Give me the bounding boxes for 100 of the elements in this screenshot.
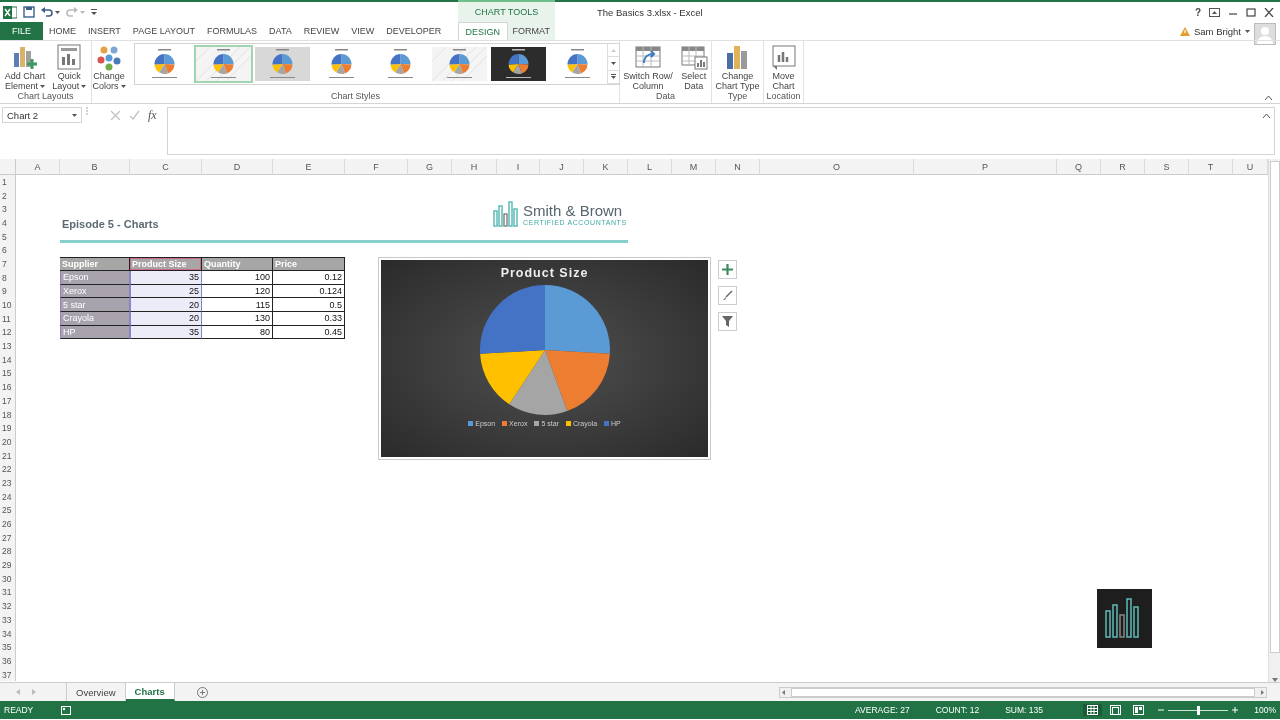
customize-button[interactable] xyxy=(91,9,97,15)
row-header[interactable]: 32 xyxy=(0,599,16,613)
maximize-icon[interactable] xyxy=(1246,7,1256,17)
chart-style-thumbnail[interactable] xyxy=(252,45,312,83)
chart-style-thumbnail[interactable] xyxy=(488,45,548,83)
collapse-icon[interactable] xyxy=(1263,114,1270,118)
column-header[interactable]: K xyxy=(584,159,628,175)
ribbon-tab[interactable]: FILE xyxy=(0,22,43,40)
quick-layout-button[interactable]: Quick Layout xyxy=(51,43,88,91)
column-header[interactable]: D xyxy=(202,159,273,175)
zoom-in-icon[interactable] xyxy=(1232,707,1238,713)
row-header[interactable]: 36 xyxy=(0,654,16,668)
table-cell: 0.33 xyxy=(273,311,345,326)
zoom-level[interactable]: 100% xyxy=(1250,705,1276,715)
column-header[interactable]: P xyxy=(914,159,1057,175)
view-button[interactable] xyxy=(1083,704,1102,716)
row-header[interactable]: 16 xyxy=(0,380,16,394)
column-header[interactable]: F xyxy=(345,159,408,175)
group-label: Type xyxy=(726,91,749,103)
sheet-tab[interactable]: Charts xyxy=(125,683,175,701)
check-icon xyxy=(129,109,140,121)
ribbon-tab[interactable]: INSERT xyxy=(82,22,127,40)
column-header[interactable]: C xyxy=(130,159,202,175)
row-header[interactable]: 23 xyxy=(0,476,16,490)
column-header[interactable]: N xyxy=(716,159,760,175)
change-colors-button[interactable]: Change Colors xyxy=(91,43,127,91)
row-header[interactable]: 33 xyxy=(0,613,16,627)
row-header[interactable]: 7 xyxy=(0,257,16,271)
horizontal-scrollbar[interactable] xyxy=(779,686,1267,698)
caret-icon xyxy=(120,85,126,89)
close-icon[interactable] xyxy=(1264,7,1274,17)
ribbon-tab[interactable]: FORMULAS xyxy=(201,22,264,40)
ribbon-tab[interactable]: DEVELOPER xyxy=(380,22,448,40)
column-header[interactable]: S xyxy=(1145,159,1189,175)
chart-style-button[interactable] xyxy=(718,286,737,305)
help-button[interactable]: ? xyxy=(1194,6,1201,18)
column-header[interactable]: U xyxy=(1233,159,1268,175)
chart-style-thumbnail[interactable] xyxy=(193,45,253,83)
column-header[interactable]: J xyxy=(540,159,584,175)
ribbon-tab[interactable]: DATA xyxy=(263,22,298,40)
row-header[interactable]: 35 xyxy=(0,640,16,655)
down-arrow-icon[interactable] xyxy=(1271,678,1278,682)
chart-style-thumbnail[interactable] xyxy=(429,45,489,83)
table-header-cell: Product Size xyxy=(130,257,202,271)
group-label: Chart Styles xyxy=(330,91,381,103)
add-element-button[interactable] xyxy=(718,260,737,279)
add-chart-element-button[interactable]: Add Chart Element xyxy=(3,43,47,91)
collapse-ribbon-icon[interactable] xyxy=(1265,96,1272,100)
table-header-cell: Price xyxy=(273,257,345,271)
zoom-out-icon[interactable] xyxy=(1158,707,1164,713)
row-header[interactable]: 19 xyxy=(0,421,16,436)
row-header[interactable]: 22 xyxy=(0,462,16,477)
chart-filter-button[interactable] xyxy=(718,312,737,331)
row-header[interactable]: 13 xyxy=(0,339,16,353)
column-header[interactable]: I xyxy=(497,159,540,175)
row-header[interactable]: 3 xyxy=(0,202,16,217)
right-arrow-icon[interactable] xyxy=(1261,689,1264,695)
ribbon-tab[interactable]: VIEW xyxy=(345,22,381,40)
vertical-scrollbar[interactable] xyxy=(1268,159,1280,682)
select-data-button[interactable]: Select Data xyxy=(678,43,709,91)
ribbon-display-icon[interactable] xyxy=(1209,7,1220,17)
column-header[interactable]: O xyxy=(760,159,914,175)
insert-function-button[interactable]: fx xyxy=(148,107,157,123)
ribbon-tab[interactable]: HOME xyxy=(43,22,82,40)
left-arrow-icon[interactable] xyxy=(782,689,785,695)
row-header[interactable]: 1 xyxy=(0,175,16,189)
row-header[interactable]: 4 xyxy=(0,216,16,230)
ribbon-tab[interactable]: DESIGN xyxy=(458,22,508,40)
undo-button[interactable] xyxy=(41,6,60,18)
column-header[interactable]: T xyxy=(1189,159,1233,175)
chart-move-icon xyxy=(770,43,797,71)
switch-row-column-button[interactable]: Switch Row/ Column xyxy=(622,43,674,91)
name-box[interactable]: Chart 2 xyxy=(2,107,82,123)
column-header[interactable]: Q xyxy=(1057,159,1101,175)
row-header[interactable]: 26 xyxy=(0,517,16,531)
change-chart-type-button[interactable]: Change Chart Type xyxy=(714,43,761,91)
row-header[interactable]: 29 xyxy=(0,558,16,572)
column-header[interactable]: H xyxy=(452,159,497,175)
ribbon-tab[interactable]: REVIEW xyxy=(297,22,346,40)
column-header[interactable]: M xyxy=(672,159,716,175)
ribbon-tab[interactable]: FORMAT xyxy=(507,22,555,40)
row-header[interactable]: 20 xyxy=(0,435,16,449)
row-header[interactable]: 17 xyxy=(0,394,16,408)
user-name[interactable]: Sam Bright xyxy=(1194,25,1241,37)
column-header[interactable]: A xyxy=(16,159,60,175)
macro-record-icon[interactable] xyxy=(61,705,72,715)
column-header[interactable]: L xyxy=(628,159,672,175)
slider-thumb[interactable] xyxy=(1197,705,1200,715)
ribbon-tab[interactable]: PAGE LAYOUT xyxy=(126,22,202,40)
column-header[interactable]: B xyxy=(60,159,130,175)
column-header[interactable]: R xyxy=(1101,159,1145,175)
column-header[interactable]: G xyxy=(408,159,452,175)
move-chart-button[interactable]: Move Chart xyxy=(769,43,798,91)
save-button[interactable] xyxy=(23,6,35,18)
caret-icon xyxy=(40,85,45,89)
row-header[interactable]: 6 xyxy=(0,243,16,258)
column-header[interactable]: E xyxy=(273,159,345,175)
row-header[interactable]: 10 xyxy=(0,298,16,312)
contextual-tab-label: CHART TOOLS xyxy=(473,6,540,19)
formula-input[interactable] xyxy=(166,107,1275,155)
